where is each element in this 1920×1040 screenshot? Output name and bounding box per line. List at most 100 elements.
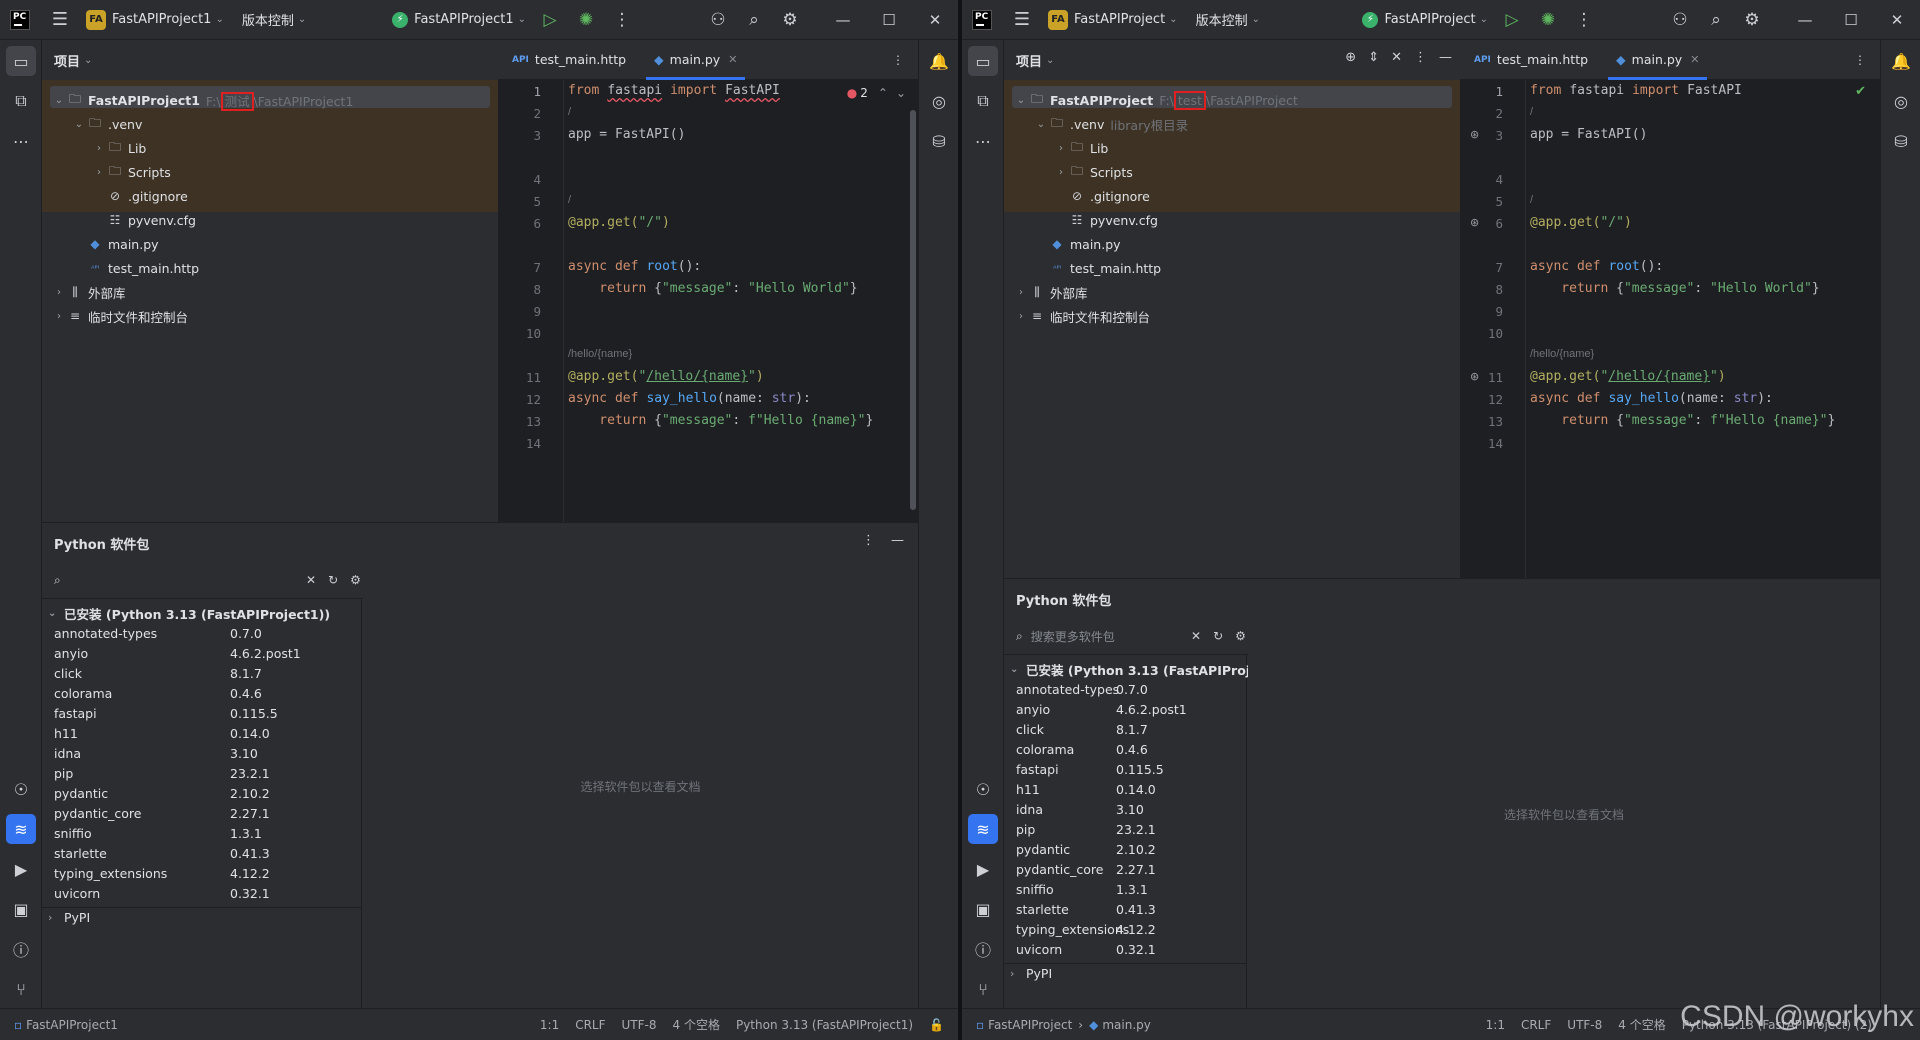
- status-indent[interactable]: 4 个空格: [665, 1016, 728, 1033]
- hide-icon[interactable]: —: [891, 533, 904, 548]
- package-row[interactable]: anyio 4.6.2.post1: [1004, 699, 1247, 719]
- tree-item-lib[interactable]: › 🗀 Lib: [1054, 136, 1108, 160]
- code-editor[interactable]: API test_main.http ◆ main.py ✕ ⋮ 1 2 3 4 5 6 7 8 9 10 11…: [498, 40, 918, 522]
- terminal-icon[interactable]: ▣: [6, 894, 36, 924]
- structure-tool-icon[interactable]: ⧉: [968, 86, 998, 116]
- debug-icon[interactable]: ✺: [1530, 6, 1566, 34]
- minimize-icon[interactable]: —: [1782, 0, 1828, 40]
- python-packages-icon[interactable]: ≋: [968, 814, 998, 844]
- maximize-icon[interactable]: ☐: [1828, 0, 1874, 40]
- tree-item-test-http[interactable]: ᴬᴾᴵ test_main.http: [1034, 256, 1161, 280]
- maximize-icon[interactable]: ☐: [866, 0, 912, 40]
- error-indicator[interactable]: ● 2 ⌃ ⌄: [847, 86, 906, 100]
- close-icon[interactable]: ✕: [1874, 0, 1920, 40]
- more-actions-icon[interactable]: ⋮: [1566, 6, 1602, 34]
- problems-icon[interactable]: ⓘ: [968, 934, 998, 964]
- more-tools-icon[interactable]: ⋯: [968, 126, 998, 156]
- tree-item-pyvenv[interactable]: ☷ pyvenv.cfg: [92, 208, 196, 232]
- package-row[interactable]: uvicorn 0.32.1: [1004, 939, 1247, 959]
- tree-item-venv[interactable]: ⌄ 🗀 .venv: [72, 112, 148, 136]
- notifications-icon[interactable]: 🔔: [1886, 46, 1916, 76]
- locate-icon[interactable]: ⊕: [1345, 50, 1356, 65]
- tree-item-scratches[interactable]: › ≡ 临时文件和控制台: [52, 304, 188, 328]
- lock-icon[interactable]: 🔓: [921, 1018, 958, 1032]
- run-icon[interactable]: ▷: [532, 6, 568, 34]
- tree-root[interactable]: ⌄ 🗀 FastAPIProject F:\ test \FastAPIProject: [1014, 88, 1298, 112]
- more-actions-icon[interactable]: ⋮: [604, 6, 640, 34]
- run-config-selector[interactable]: ⚡ FastAPIProject ⌄: [1356, 6, 1494, 34]
- package-row[interactable]: colorama 0.4.6: [1004, 739, 1247, 759]
- run-icon[interactable]: ▷: [1494, 6, 1530, 34]
- installed-group[interactable]: ⌄ 已安装 (Python 3.13 (FastAPIProject1)): [42, 603, 362, 623]
- hide-icon[interactable]: —: [1439, 50, 1452, 65]
- vcs-widget[interactable]: 版本控制 ⌄: [236, 6, 312, 34]
- main-menu-icon[interactable]: ☰: [40, 6, 80, 34]
- structure-tool-icon[interactable]: ⧉: [6, 86, 36, 116]
- git-icon[interactable]: ⑂: [968, 974, 998, 1004]
- package-row[interactable]: typing_extensions 4.12.2: [1004, 919, 1247, 939]
- status-indent[interactable]: 4 个空格: [1610, 1016, 1673, 1033]
- package-row[interactable]: h11 0.14.0: [42, 723, 362, 743]
- collapse-icon[interactable]: ✕: [1391, 50, 1402, 65]
- project-widget[interactable]: FA FastAPIProject1 ⌄: [80, 6, 230, 34]
- package-row[interactable]: fastapi 0.115.5: [42, 703, 362, 723]
- next-error-icon[interactable]: ⌄: [896, 86, 906, 100]
- expand-icon[interactable]: ⇕: [1368, 50, 1379, 65]
- tree-root[interactable]: ⌄ 🗀 FastAPIProject1 F:\ 测试 \FastAPIProject1: [52, 88, 353, 112]
- status-enc[interactable]: UTF-8: [1559, 1018, 1610, 1032]
- tree-item-main-py[interactable]: ◆ main.py: [72, 232, 158, 256]
- options-icon[interactable]: ⋮: [862, 533, 875, 548]
- tab-main-py[interactable]: ◆ main.py ✕: [640, 40, 751, 80]
- tab-test-main-http[interactable]: API test_main.http: [1460, 40, 1602, 80]
- tree-item-main-py[interactable]: ◆ main.py: [1034, 232, 1120, 256]
- python-console-icon[interactable]: ☉: [968, 774, 998, 804]
- refresh-icon[interactable]: ↻: [1213, 629, 1223, 643]
- project-widget[interactable]: FA FastAPIProject ⌄: [1042, 6, 1184, 34]
- tree-item-gitignore[interactable]: ⊘ .gitignore: [92, 184, 188, 208]
- search-icon[interactable]: ⌕: [736, 6, 772, 34]
- terminal-icon[interactable]: ▣: [968, 894, 998, 924]
- package-row[interactable]: annotated-types 0.7.0: [42, 623, 362, 643]
- close-tab-icon[interactable]: ✕: [728, 53, 737, 66]
- tab-options-icon[interactable]: ⋮: [892, 53, 904, 67]
- settings-icon[interactable]: ⚙: [350, 573, 361, 587]
- minimize-icon[interactable]: —: [820, 0, 866, 40]
- package-row[interactable]: pydantic 2.10.2: [1004, 839, 1247, 859]
- code-editor[interactable]: API test_main.http ◆ main.py ✕ ⋮ 1 2 3 4 5 6 7 8 9 10 11…: [1460, 40, 1880, 578]
- tree-item-pyvenv[interactable]: ☷ pyvenv.cfg: [1054, 208, 1158, 232]
- project-tool-icon[interactable]: ▭: [6, 46, 36, 76]
- pypi-group[interactable]: › PyPI: [1004, 963, 1247, 983]
- database-icon[interactable]: ⛁: [924, 126, 954, 156]
- status-pos[interactable]: 1:1: [1478, 1018, 1513, 1032]
- tab-options-icon[interactable]: ⋮: [1854, 53, 1866, 67]
- prev-error-icon[interactable]: ⌃: [878, 86, 888, 100]
- close-tab-icon[interactable]: ✕: [1690, 53, 1699, 66]
- package-row[interactable]: pydantic 2.10.2: [42, 783, 362, 803]
- package-row[interactable]: sniffio 1.3.1: [1004, 879, 1247, 899]
- python-packages-icon[interactable]: ≋: [6, 814, 36, 844]
- package-row[interactable]: uvicorn 0.32.1: [42, 883, 362, 903]
- endpoint-gutter-icon[interactable]: ⊛: [1470, 370, 1479, 383]
- tree-item-scripts[interactable]: › 🗀 Scripts: [1054, 160, 1133, 184]
- vcs-widget[interactable]: 版本控制 ⌄: [1190, 6, 1266, 34]
- tree-item-gitignore[interactable]: ⊘ .gitignore: [1054, 184, 1150, 208]
- tree-item-test-http[interactable]: ᴬᴾᴵ test_main.http: [72, 256, 199, 280]
- tab-test-main-http[interactable]: API test_main.http: [498, 40, 640, 80]
- package-row[interactable]: starlette 0.41.3: [1004, 899, 1247, 919]
- gear-icon[interactable]: ⚙: [1734, 6, 1770, 34]
- notifications-icon[interactable]: 🔔: [924, 46, 954, 76]
- package-row[interactable]: sniffio 1.3.1: [42, 823, 362, 843]
- refresh-icon[interactable]: ↻: [328, 573, 338, 587]
- python-console-icon[interactable]: ☉: [6, 774, 36, 804]
- status-breadcrumb[interactable]: ▫ FastAPIProject1: [0, 1018, 126, 1032]
- tree-item-lib[interactable]: › 🗀 Lib: [92, 136, 146, 160]
- settings-icon[interactable]: ⚙: [1235, 629, 1246, 643]
- status-eol[interactable]: CRLF: [1513, 1018, 1559, 1032]
- tree-item-scratches[interactable]: › ≡ 临时文件和控制台: [1014, 304, 1150, 328]
- options-icon[interactable]: ⋮: [1414, 50, 1427, 65]
- package-row[interactable]: pip 23.2.1: [42, 763, 362, 783]
- editor-scrollbar[interactable]: [910, 110, 916, 510]
- more-tools-icon[interactable]: ⋯: [6, 126, 36, 156]
- installed-group[interactable]: ⌄ 已安装 (Python 3.13 (FastAPIProject): [1004, 659, 1278, 679]
- git-icon[interactable]: ⑂: [6, 974, 36, 1004]
